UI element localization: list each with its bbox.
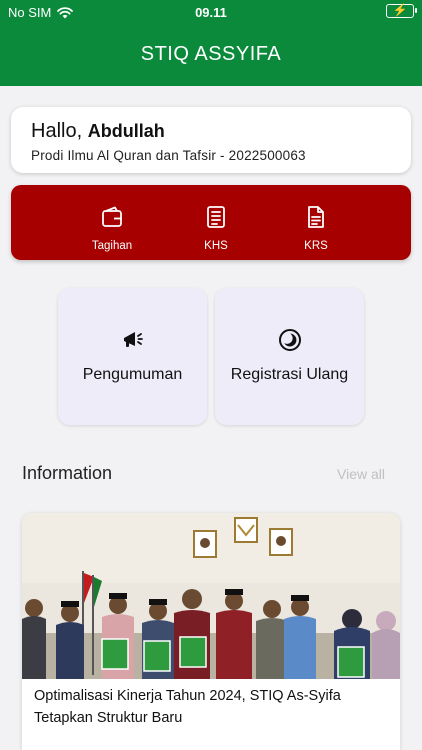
quick-menu-label: Tagihan — [91, 240, 133, 252]
quick-menu-khs[interactable]: KHS — [171, 185, 261, 260]
news-photo — [22, 513, 400, 679]
app-title: STIQ ASSYIFA — [140, 43, 282, 65]
news-headline: Optimalisasi Kinerja Tahun 2024, STIQ As… — [34, 688, 341, 726]
document-list-icon — [308, 206, 324, 228]
status-bar: No SIM 09.11 ⚡ — [0, 0, 422, 24]
tile-label: Pengumuman — [82, 366, 183, 383]
app-bar: No SIM 09.11 ⚡ STIQ ASSYIFA — [0, 0, 422, 86]
tile-label: Registrasi Ulang — [230, 366, 349, 383]
moon-icon — [279, 329, 301, 351]
quick-menu-label: KHS — [204, 240, 228, 252]
quick-menu-krs[interactable]: KRS — [271, 185, 361, 260]
tile-pengumuman[interactable]: Pengumuman — [58, 288, 207, 425]
quick-menu-label: KRS — [304, 240, 328, 252]
status-time: 09.11 — [195, 5, 227, 20]
greeting-prodi: Prodi Ilmu Al Quran dan Tafsir - 2022500… — [31, 148, 306, 163]
news-card[interactable]: Optimalisasi Kinerja Tahun 2024, STIQ As… — [22, 513, 400, 750]
greeting-line: Hallo, Abdullah — [31, 120, 165, 143]
information-title: Information — [22, 463, 113, 483]
battery-icon: ⚡ — [386, 3, 417, 18]
megaphone-icon — [124, 332, 143, 347]
wallet-icon — [102, 206, 122, 227]
quick-menu-tagihan[interactable]: Tagihan — [67, 185, 157, 260]
view-all-link[interactable]: View all — [337, 466, 385, 482]
greeting-hello: Hallo, — [31, 120, 83, 142]
document-icon — [207, 206, 225, 228]
quick-menu: Tagihan KHS KRS — [11, 185, 411, 260]
greeting-name: Abdullah — [87, 121, 165, 141]
greeting-card: Hallo, Abdullah Prodi Ilmu Al Quran dan … — [11, 107, 411, 173]
tile-registrasi-ulang[interactable]: Registrasi Ulang — [215, 288, 364, 425]
